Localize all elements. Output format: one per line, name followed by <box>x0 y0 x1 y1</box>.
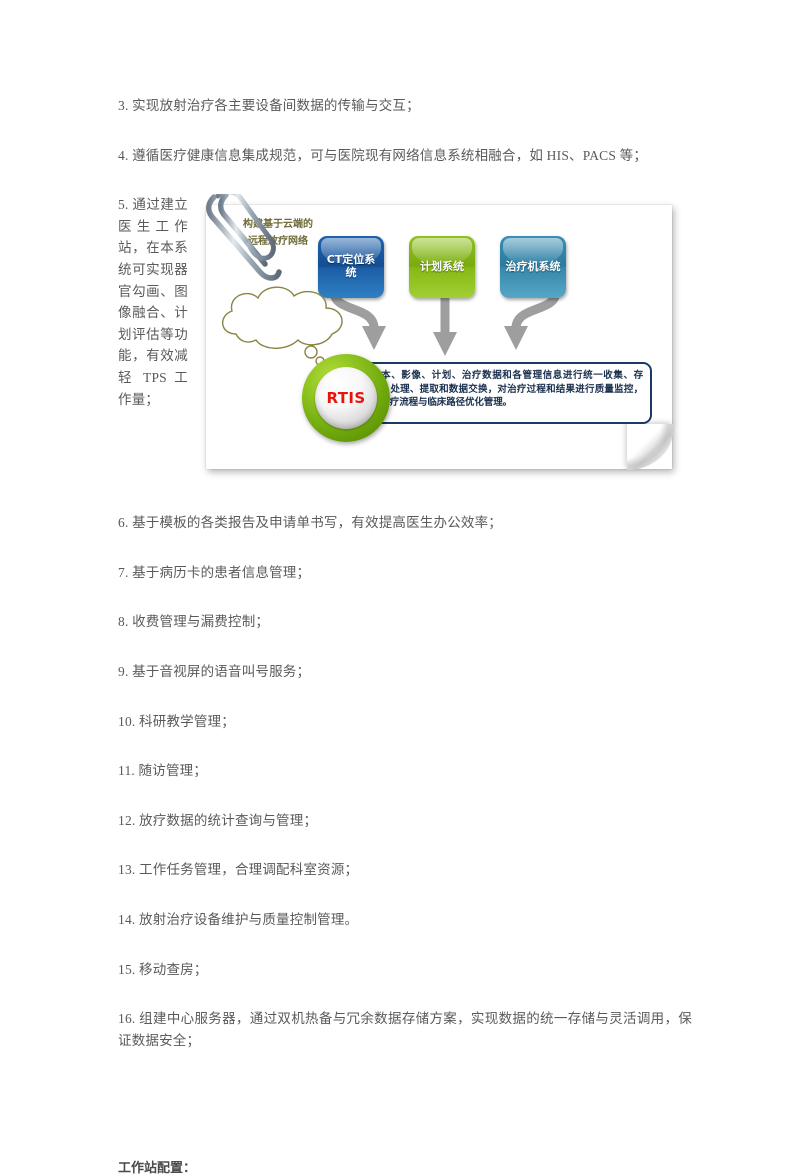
paragraph-item-8: 8. 收费管理与漏费控制； <box>118 614 270 630</box>
paragraph-item-10: 10. 科研教学管理； <box>118 713 235 729</box>
system-box-ct-label: CT定位系统 <box>326 253 376 280</box>
system-box-plan: 计划系统 <box>409 236 475 299</box>
rtis-core-sphere: RTIS <box>302 354 390 443</box>
rtis-core-label: RTIS <box>326 389 366 408</box>
figure-description-text: 文本、影像、计划、治疗数据和各管理信息进行统一收集、存储、处理、提取和数据交换，… <box>371 370 643 409</box>
figure-description-box: 文本、影像、计划、治疗数据和各管理信息进行统一收集、存储、处理、提取和数据交换，… <box>360 362 652 425</box>
cloud-text: 构建基于云端的 远程放疗网络 <box>224 216 332 250</box>
paragraph-item-14: 14. 放射治疗设备维护与质量控制管理。 <box>118 911 359 927</box>
page-curl-corner <box>627 424 673 471</box>
cloud-text-line-1: 构建基于云端的 <box>243 219 313 231</box>
paragraph-item-15: 15. 移动查房； <box>118 961 208 977</box>
rtis-architecture-figure: CT定位系统 计划系统 治疗机系统 构建基于云端的 远程放疗网络 RTIS 文本… <box>200 194 692 484</box>
paragraph-item-4: 4. 遵循医疗健康信息集成规范，可与医院现有网络信息系统相融合，如 HIS、PA… <box>118 147 648 163</box>
document-page: 3. 实现放射治疗各主要设备间数据的传输与交互； 4. 遵循医疗健康信息集成规范… <box>0 0 800 1176</box>
paragraph-item-3: 3. 实现放射治疗各主要设备间数据的传输与交互； <box>118 98 420 113</box>
cloud-text-line-2: 远程放疗网络 <box>248 236 308 248</box>
system-box-treatment: 治疗机系统 <box>500 236 566 299</box>
figure-and-wrapped-text: CT定位系统 计划系统 治疗机系统 构建基于云端的 远程放疗网络 RTIS 文本… <box>118 194 692 490</box>
system-box-treatment-label: 治疗机系统 <box>505 259 561 273</box>
paragraph-item-12: 12. 放疗数据的统计查询与管理； <box>118 812 318 828</box>
section-heading-workstation-config: 工作站配置： <box>118 1161 197 1176</box>
paragraph-item-9: 9. 基于音视屏的语音叫号服务； <box>118 663 311 679</box>
paragraph-item-16: 16. 组建中心服务器，通过双机热备与冗余数据存储方案，实现数据的统一存储与灵活… <box>118 1011 692 1048</box>
system-box-plan-label: 计划系统 <box>420 259 464 273</box>
paragraph-item-11: 11. 随访管理； <box>118 763 208 779</box>
rtis-core-inner: RTIS <box>315 367 377 430</box>
paragraph-item-13: 13. 工作任务管理，合理调配科室资源； <box>118 862 359 878</box>
paragraph-item-6: 6. 基于模板的各类报告及申请单书写，有效提高医生办公效率； <box>118 515 502 531</box>
paragraph-item-7: 7. 基于病历卡的患者信息管理； <box>118 564 311 580</box>
